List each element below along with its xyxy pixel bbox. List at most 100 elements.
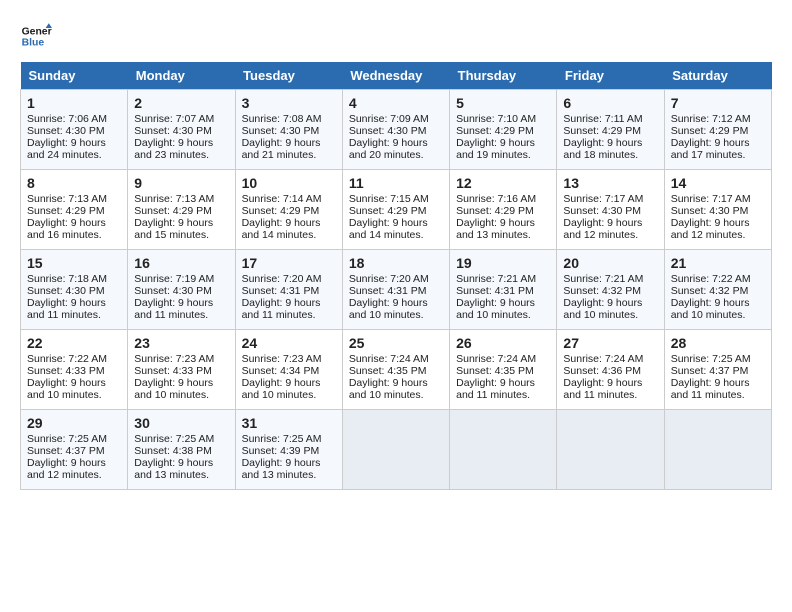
- sunset-text: Sunset: 4:30 PM: [27, 285, 105, 297]
- calendar-cell: 31Sunrise: 7:25 AMSunset: 4:39 PMDayligh…: [235, 410, 342, 490]
- daylight-text: Daylight: 9 hours and 10 minutes.: [242, 377, 321, 401]
- day-number: 7: [671, 95, 765, 111]
- calendar-cell: 8Sunrise: 7:13 AMSunset: 4:29 PMDaylight…: [21, 170, 128, 250]
- sunrise-text: Sunrise: 7:17 AM: [671, 193, 751, 205]
- calendar-cell: 18Sunrise: 7:20 AMSunset: 4:31 PMDayligh…: [342, 250, 449, 330]
- daylight-text: Daylight: 9 hours and 10 minutes.: [27, 377, 106, 401]
- sunset-text: Sunset: 4:30 PM: [242, 125, 320, 137]
- day-header-monday: Monday: [128, 62, 235, 90]
- daylight-text: Daylight: 9 hours and 10 minutes.: [349, 297, 428, 321]
- day-number: 19: [456, 255, 550, 271]
- calendar-table: SundayMondayTuesdayWednesdayThursdayFrid…: [20, 62, 772, 490]
- sunrise-text: Sunrise: 7:25 AM: [671, 353, 751, 365]
- sunset-text: Sunset: 4:36 PM: [563, 365, 641, 377]
- logo-icon: General Blue: [20, 20, 52, 52]
- daylight-text: Daylight: 9 hours and 21 minutes.: [242, 137, 321, 161]
- calendar-cell: 4Sunrise: 7:09 AMSunset: 4:30 PMDaylight…: [342, 90, 449, 170]
- page-header: General Blue: [20, 20, 772, 52]
- sunset-text: Sunset: 4:30 PM: [134, 125, 212, 137]
- calendar-cell: 9 Sunrise: 7:13 AMSunset: 4:29 PMDaylight…: [128, 170, 235, 250]
- daylight-text: Daylight: 9 hours and 19 minutes.: [456, 137, 535, 161]
- sunset-text: Sunset: 4:29 PM: [563, 125, 641, 137]
- daylight-text: Daylight: 9 hours and 13 minutes.: [242, 457, 321, 481]
- sunrise-text: Sunrise: 7:25 AM: [134, 433, 214, 445]
- sunset-text: Sunset: 4:29 PM: [671, 125, 749, 137]
- sunset-text: Sunset: 4:34 PM: [242, 365, 320, 377]
- sunrise-text: Sunrise: 7:07 AM: [134, 113, 214, 125]
- calendar-cell: 24Sunrise: 7:23 AMSunset: 4:34 PMDayligh…: [235, 330, 342, 410]
- sunrise-text: Sunrise: 7:22 AM: [671, 273, 751, 285]
- day-number: 1: [27, 95, 121, 111]
- daylight-text: Daylight: 9 hours and 11 minutes.: [563, 377, 642, 401]
- daylight-text: Daylight: 9 hours and 11 minutes.: [242, 297, 321, 321]
- calendar-cell: 14Sunrise: 7:17 AMSunset: 4:30 PMDayligh…: [664, 170, 771, 250]
- daylight-text: Daylight: 9 hours and 10 minutes.: [456, 297, 535, 321]
- daylight-text: Daylight: 9 hours and 23 minutes.: [134, 137, 213, 161]
- day-number: 12: [456, 175, 550, 191]
- day-number: 26: [456, 335, 550, 351]
- calendar-cell: 28Sunrise: 7:25 AMSunset: 4:37 PMDayligh…: [664, 330, 771, 410]
- sunrise-text: Sunrise: 7:20 AM: [242, 273, 322, 285]
- calendar-cell: 29Sunrise: 7:25 AMSunset: 4:37 PMDayligh…: [21, 410, 128, 490]
- sunset-text: Sunset: 4:38 PM: [134, 445, 212, 457]
- sunset-text: Sunset: 4:31 PM: [349, 285, 427, 297]
- calendar-cell: 25Sunrise: 7:24 AMSunset: 4:35 PMDayligh…: [342, 330, 449, 410]
- sunrise-text: Sunrise: 7:25 AM: [242, 433, 322, 445]
- day-number: 9: [134, 175, 228, 191]
- day-number: 27: [563, 335, 657, 351]
- day-header-sunday: Sunday: [21, 62, 128, 90]
- daylight-text: Daylight: 9 hours and 12 minutes.: [27, 457, 106, 481]
- daylight-text: Daylight: 9 hours and 10 minutes.: [349, 377, 428, 401]
- sunset-text: Sunset: 4:39 PM: [242, 445, 320, 457]
- sunrise-text: Sunrise: 7:13 AM: [27, 193, 107, 205]
- sunrise-text: Sunrise: 7:23 AM: [242, 353, 322, 365]
- calendar-cell: 11Sunrise: 7:15 AMSunset: 4:29 PMDayligh…: [342, 170, 449, 250]
- daylight-text: Daylight: 9 hours and 15 minutes.: [134, 217, 213, 241]
- day-number: 17: [242, 255, 336, 271]
- day-header-friday: Friday: [557, 62, 664, 90]
- day-header-thursday: Thursday: [450, 62, 557, 90]
- sunset-text: Sunset: 4:29 PM: [456, 125, 534, 137]
- sunrise-text: Sunrise: 7:09 AM: [349, 113, 429, 125]
- sunrise-text: Sunrise: 7:18 AM: [27, 273, 107, 285]
- calendar-cell: 2Sunrise: 7:07 AMSunset: 4:30 PMDaylight…: [128, 90, 235, 170]
- sunrise-text: Sunrise: 7:08 AM: [242, 113, 322, 125]
- daylight-text: Daylight: 9 hours and 14 minutes.: [349, 217, 428, 241]
- calendar-cell: [557, 410, 664, 490]
- sunset-text: Sunset: 4:29 PM: [456, 205, 534, 217]
- daylight-text: Daylight: 9 hours and 10 minutes.: [563, 297, 642, 321]
- daylight-text: Daylight: 9 hours and 11 minutes.: [134, 297, 213, 321]
- day-header-tuesday: Tuesday: [235, 62, 342, 90]
- sunrise-text: Sunrise: 7:22 AM: [27, 353, 107, 365]
- sunset-text: Sunset: 4:30 PM: [27, 125, 105, 137]
- sunset-text: Sunset: 4:37 PM: [671, 365, 749, 377]
- sunset-text: Sunset: 4:29 PM: [27, 205, 105, 217]
- day-number: 10: [242, 175, 336, 191]
- week-row-3: 15 Sunrise: 7:18 AMSunset: 4:30 PM Dayligh…: [21, 250, 772, 330]
- daylight-text: Daylight: 9 hours and 13 minutes.: [134, 457, 213, 481]
- sunrise-text: Sunrise: 7:16 AM: [456, 193, 536, 205]
- calendar-cell: 5Sunrise: 7:10 AMSunset: 4:29 PMDaylight…: [450, 90, 557, 170]
- sunset-text: Sunset: 4:30 PM: [563, 205, 641, 217]
- calendar-cell: 15Sunrise: 7:18 AMSunset: 4:30 PMDayligh…: [21, 250, 128, 330]
- day-number: 13: [563, 175, 657, 191]
- sunset-text: Sunset: 4:30 PM: [349, 125, 427, 137]
- day-number: 16: [134, 255, 228, 271]
- sunrise-text: Sunrise: 7:13 AM: [134, 193, 214, 205]
- daylight-text: Daylight: 9 hours and 11 minutes.: [671, 377, 750, 401]
- sunrise-text: Sunrise: 7:12 AM: [671, 113, 751, 125]
- sunset-text: Sunset: 4:29 PM: [134, 205, 212, 217]
- sunset-text: Sunset: 4:31 PM: [242, 285, 320, 297]
- day-number: 3: [242, 95, 336, 111]
- daylight-text: Daylight: 9 hours and 24 minutes.: [27, 137, 106, 161]
- calendar-cell: 6Sunrise: 7:11 AMSunset: 4:29 PMDaylight…: [557, 90, 664, 170]
- calendar-cell: 10Sunrise: 7:14 AMSunset: 4:29 PMDayligh…: [235, 170, 342, 250]
- calendar-cell: 22Sunrise: 7:22 AMSunset: 4:33 PMDayligh…: [21, 330, 128, 410]
- daylight-text: Daylight: 9 hours and 18 minutes.: [563, 137, 642, 161]
- sunset-text: Sunset: 4:33 PM: [27, 365, 105, 377]
- day-number: 15: [27, 255, 121, 271]
- sunrise-text: Sunrise: 7:24 AM: [563, 353, 643, 365]
- daylight-text: Daylight: 9 hours and 16 minutes.: [27, 217, 106, 241]
- sunrise-text: Sunrise: 7:21 AM: [456, 273, 536, 285]
- calendar-cell: 26Sunrise: 7:24 AMSunset: 4:35 PMDayligh…: [450, 330, 557, 410]
